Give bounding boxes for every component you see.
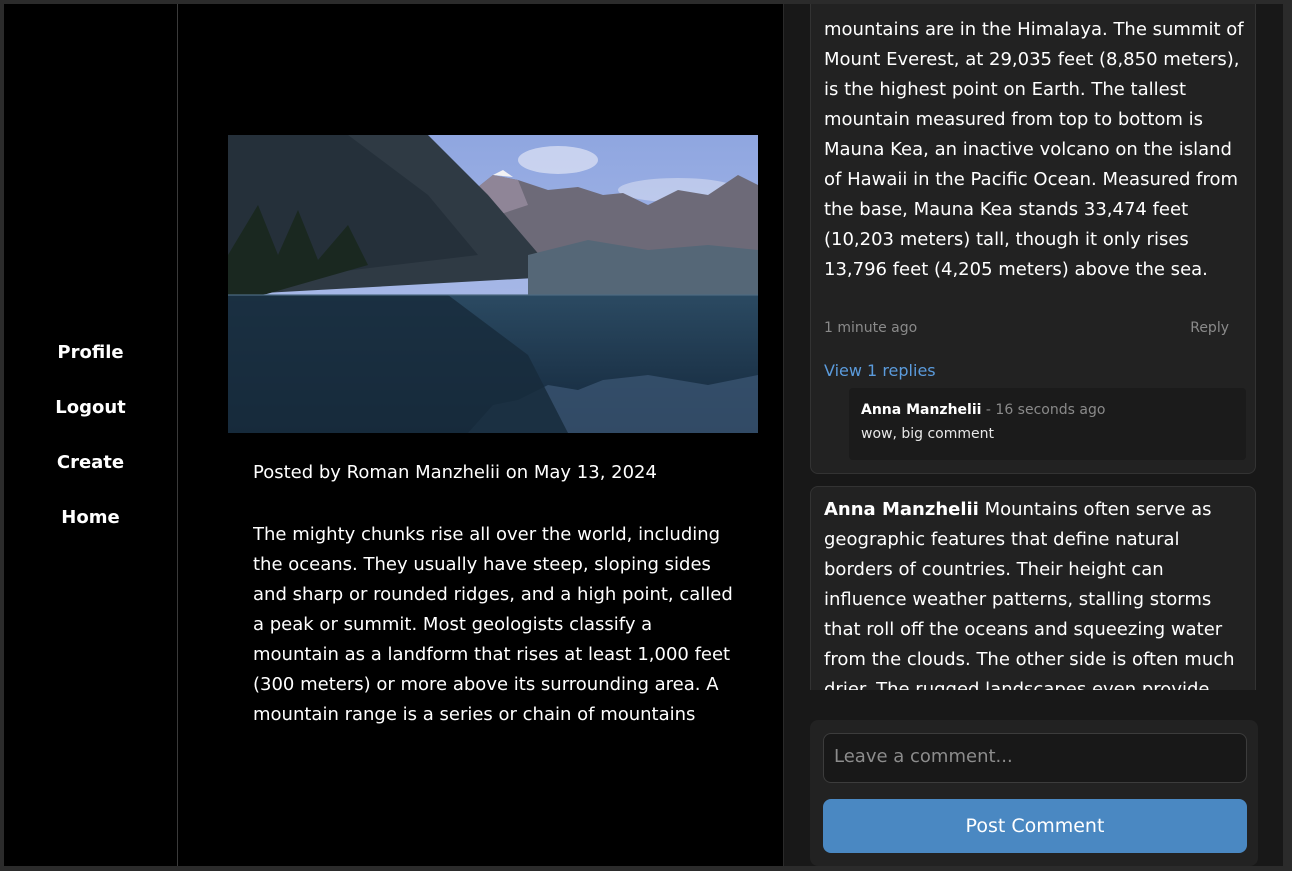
mountain-lake-image — [228, 135, 758, 433]
reply-author: Anna Manzhelii — [861, 402, 982, 418]
comment-card: mountains are in the Himalaya. The summi… — [810, 4, 1256, 474]
sidebar: Profile Logout Create Home — [4, 4, 178, 866]
sidebar-item-home[interactable]: Home — [4, 507, 177, 528]
sidebar-item-logout[interactable]: Logout — [4, 397, 177, 418]
comment-text: Mountains often serve as geographic feat… — [824, 499, 1235, 690]
comment-input[interactable] — [823, 733, 1247, 783]
post-meta: Posted by Roman Manzhelii on May 13, 202… — [253, 462, 657, 483]
reply-button[interactable]: Reply — [1190, 320, 1229, 336]
comment-content: Anna Manzhelii Mountains often serve as … — [824, 495, 1250, 690]
reply-text: wow, big comment — [861, 426, 994, 442]
scrollbar-track[interactable] — [1283, 0, 1292, 871]
post-view: Posted by Roman Manzhelii on May 13, 202… — [178, 4, 783, 866]
app-window: Profile Logout Create Home Posted by Rom… — [4, 4, 1283, 866]
comments-panel: mountains are in the Himalaya. The summi… — [783, 4, 1283, 866]
comment-list[interactable]: mountains are in the Himalaya. The summi… — [784, 4, 1283, 690]
post-body: The mighty chunks rise all over the worl… — [253, 524, 733, 725]
reply-item: Anna Manzhelii - 16 seconds ago wow, big… — [849, 388, 1246, 460]
reply-timestamp: 16 seconds ago — [995, 402, 1106, 418]
comment-text: mountains are in the Himalaya. The summi… — [824, 19, 1244, 280]
comment-author: Anna Manzhelii — [824, 499, 979, 520]
post-comment-button[interactable]: Post Comment — [823, 799, 1247, 853]
sidebar-item-profile[interactable]: Profile — [4, 342, 177, 363]
reply-header: Anna Manzhelii - 16 seconds ago — [861, 402, 1105, 418]
reply-separator: - — [985, 402, 991, 418]
comment-timestamp: 1 minute ago — [824, 320, 918, 336]
window-border — [0, 866, 1292, 871]
view-replies-link[interactable]: View 1 replies — [824, 361, 936, 380]
comment-card: Anna Manzhelii Mountains often serve as … — [810, 486, 1256, 690]
comment-composer: Post Comment — [810, 720, 1258, 866]
sidebar-item-create[interactable]: Create — [4, 452, 177, 473]
post-image — [228, 135, 758, 433]
